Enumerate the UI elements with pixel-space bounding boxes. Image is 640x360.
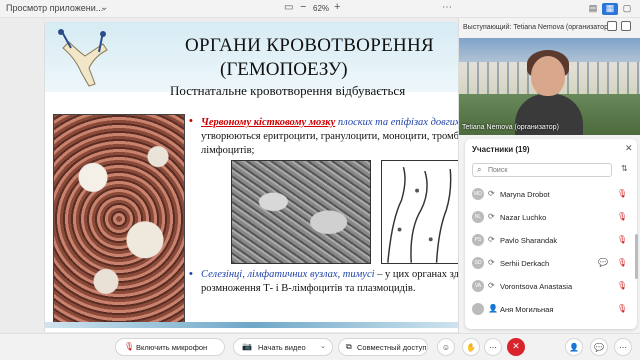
- participant-name: Maryna Drobot: [500, 190, 550, 199]
- micrograph-1: [231, 160, 371, 264]
- participant-row[interactable]: SD ⟳ Serhii Derkach 💬 🎙: [472, 252, 632, 274]
- avatar: MD: [472, 188, 484, 200]
- layout-icon[interactable]: ▤: [585, 3, 601, 15]
- more-icon[interactable]: ⋯: [484, 338, 502, 356]
- slide-subtitle: Постнатальне кровотворення відбувається: [170, 83, 406, 98]
- share-screen-icon: ⧉: [346, 342, 352, 351]
- speaker-face: [531, 56, 565, 96]
- shared-screen: ОРГАНИ КРОВОТВОРЕННЯ (ГЕМОПОЕЗУ) Постнат…: [0, 18, 458, 333]
- top-bar: Просмотр приложени... ⌄ ▭ − 62% + ⋯ ▤ ▦ …: [0, 0, 640, 18]
- mic-muted-icon[interactable]: 🎙: [617, 212, 627, 221]
- bullet-1-emphasis: Червоному кістковому мозку: [201, 117, 336, 128]
- share-button[interactable]: ⧉ Совместный доступ: [338, 338, 428, 356]
- avatar: VA: [472, 280, 484, 292]
- bullet-2-emphasis: Селезінці, лімфатичних вузлах, тимусі: [201, 269, 375, 280]
- avatar: PS: [472, 234, 484, 246]
- mic-muted-icon[interactable]: 🎙: [617, 189, 627, 198]
- search-icon: ⌕: [477, 165, 482, 174]
- speaker-video[interactable]: Tetiana Nemova (организатор): [459, 38, 640, 135]
- chevron-down-icon[interactable]: ⌄: [100, 2, 108, 13]
- mic-muted-icon[interactable]: 🎙: [617, 281, 627, 290]
- unmute-label: Включить микрофон: [136, 343, 208, 352]
- close-icon[interactable]: ✕: [625, 143, 633, 154]
- connection-icon: ⟳: [488, 235, 495, 244]
- bullet-2-line2: розмноження Т- і В-лімфоцитів та плазмоц…: [201, 283, 416, 294]
- participant-name: Аня Могильная: [500, 305, 554, 314]
- participant-name: Vorontsova Anastasia: [500, 282, 573, 291]
- raise-hand-icon[interactable]: ✋: [462, 338, 480, 356]
- presentation-slide: ОРГАНИ КРОВОТВОРЕННЯ (ГЕМОПОЕЗУ) Постнат…: [44, 22, 458, 332]
- mic-muted-icon: 🎙: [124, 342, 135, 351]
- bullet-1-line3: лімфоцитів;: [201, 145, 255, 156]
- right-panel: Выступающий: Tetiana Nemova (организатор…: [458, 18, 640, 333]
- zoom-level: 62%: [313, 4, 330, 13]
- app-title: Просмотр приложени...: [6, 3, 104, 13]
- meeting-toolbar: 🎙 Включить микрофон 📷 Начать видео ⌄ ⧉ С…: [0, 333, 640, 360]
- zoom-out-icon[interactable]: −: [300, 1, 306, 13]
- video-name-tag: Tetiana Nemova (организатор): [462, 124, 559, 131]
- bullet-2-line1: Селезінці, лімфатичних вузлах, тимусі – …: [201, 268, 458, 281]
- slide-title-line1: ОРГАНИ КРОВОТВОРЕННЯ: [185, 35, 434, 56]
- bullet-2-rest: – у цих органах здійсн: [377, 269, 458, 280]
- zoom-in-icon[interactable]: +: [334, 1, 340, 13]
- connection-icon: ⟳: [488, 212, 495, 221]
- start-video-label: Начать видео: [258, 343, 306, 352]
- share-label: Совместный доступ: [357, 343, 427, 352]
- connection-icon: ⟳: [488, 281, 495, 290]
- avatar: [472, 303, 484, 315]
- leave-meeting-button[interactable]: ✕: [507, 338, 525, 356]
- slide-title-line2: (ГЕМОПОЕЗУ): [220, 59, 348, 80]
- speaker-bar: Выступающий: Tetiana Nemova (организатор…: [459, 18, 640, 38]
- speaker-view-icon[interactable]: [621, 21, 631, 31]
- participants-scrollbar[interactable]: [635, 234, 638, 279]
- participants-icon[interactable]: 👤: [565, 338, 583, 356]
- bullet-marker: •: [189, 115, 193, 127]
- bullet-1-line1: Червоному кістковому мозку плоских та еп…: [201, 116, 458, 129]
- window-icon[interactable]: ▢: [619, 3, 635, 15]
- user-icon: 👤: [488, 304, 498, 313]
- start-video-button[interactable]: 📷 Начать видео ⌄: [233, 338, 333, 356]
- participant-row[interactable]: VA ⟳ Vorontsova Anastasia 🎙: [472, 275, 632, 297]
- sort-icon[interactable]: ⇅: [621, 164, 628, 173]
- participant-name: Pavlo Sharandak: [500, 236, 558, 245]
- speaker-label: Выступающий: Tetiana Nemova (организатор…: [463, 24, 611, 31]
- mic-muted-icon[interactable]: 🎙: [617, 235, 627, 244]
- gallery-view-icon[interactable]: [607, 21, 617, 31]
- avatar: SD: [472, 257, 484, 269]
- mic-muted-icon[interactable]: 🎙: [617, 304, 627, 313]
- participant-name: Serhii Derkach: [500, 259, 550, 268]
- mic-muted-icon[interactable]: 🎙: [617, 258, 627, 267]
- participant-row[interactable]: PS ⟳ Pavlo Sharandak 🎙: [472, 229, 632, 251]
- search-input[interactable]: [488, 165, 608, 175]
- participants-panel: Участники (19) ✕ ⌕ ⇅ MD ⟳ Maryna Drobot …: [465, 139, 638, 329]
- reactions-icon[interactable]: ☺: [437, 338, 455, 356]
- unmute-button[interactable]: 🎙 Включить микрофон: [115, 338, 225, 356]
- connection-icon: ⟳: [488, 189, 495, 198]
- participant-row[interactable]: NL ⟳ Nazar Luchko 🎙: [472, 206, 632, 228]
- slide-footer-bar: [45, 322, 458, 328]
- bullet-1-line2: утворюються еритроцити, гранулоцити, мон…: [201, 131, 458, 142]
- chat-icon[interactable]: 💬: [590, 338, 608, 356]
- fit-icon[interactable]: ▭: [284, 2, 293, 13]
- chevron-down-icon[interactable]: ⌄: [320, 342, 326, 350]
- participant-name: Nazar Luchko: [500, 213, 547, 222]
- bullet-1-rest: плоских та епіфізах довгих: [335, 117, 458, 128]
- camera-off-icon: 📷: [242, 342, 252, 351]
- more-options-icon[interactable]: ⋯: [442, 2, 452, 13]
- participants-search[interactable]: ⌕: [472, 163, 612, 177]
- micrograph-2-drawing: [381, 160, 458, 264]
- more-options-icon[interactable]: ⋯: [614, 338, 632, 356]
- connection-icon: ⟳: [488, 258, 495, 267]
- chat-icon[interactable]: 💬: [598, 258, 608, 267]
- participants-header: Участники (19): [472, 145, 530, 154]
- participant-row[interactable]: 👤 Аня Могильная 🎙: [472, 298, 632, 320]
- participant-row[interactable]: MD ⟳ Maryna Drobot 🎙: [472, 183, 632, 205]
- bone-illustration: [58, 29, 108, 87]
- bone-marrow-photo: [53, 114, 185, 324]
- bullet-marker: •: [189, 268, 193, 280]
- layout-active-icon[interactable]: ▦: [602, 3, 618, 15]
- avatar: NL: [472, 211, 484, 223]
